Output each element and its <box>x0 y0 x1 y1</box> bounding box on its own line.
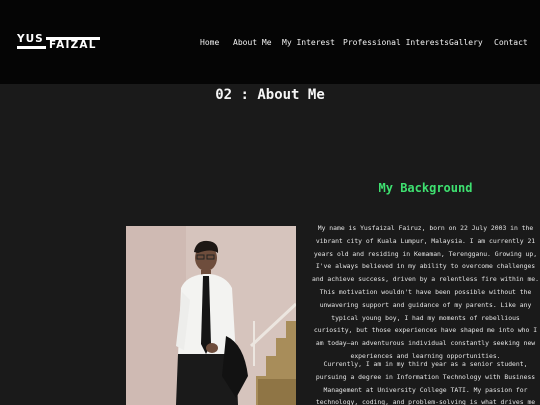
profile-photo <box>126 226 296 405</box>
background-heading: My Background <box>378 181 473 195</box>
site-header: YUS FAIZAL Home About Me My Interest Pro… <box>0 0 540 84</box>
nav-about-me[interactable]: About Me <box>233 37 272 49</box>
profile-photo-illustration <box>126 226 296 405</box>
nav-contact[interactable]: Contact <box>494 37 528 49</box>
nav-my-interest[interactable]: My Interest <box>282 37 335 49</box>
bio-paragraph-1: My name is Yusfaizal Fairuz, born on 22 … <box>311 224 539 360</box>
nav-gallery[interactable]: Gallery <box>449 37 483 49</box>
section-title: 02 : About Me <box>215 87 325 103</box>
nav-home[interactable]: Home <box>200 37 219 49</box>
bio-paragraph-2: Currently, I am in my third year as a se… <box>315 360 536 405</box>
nav-professional-interests[interactable]: Professional Interests <box>343 37 449 49</box>
main-nav: Home About Me My Interest Professional I… <box>0 37 540 49</box>
